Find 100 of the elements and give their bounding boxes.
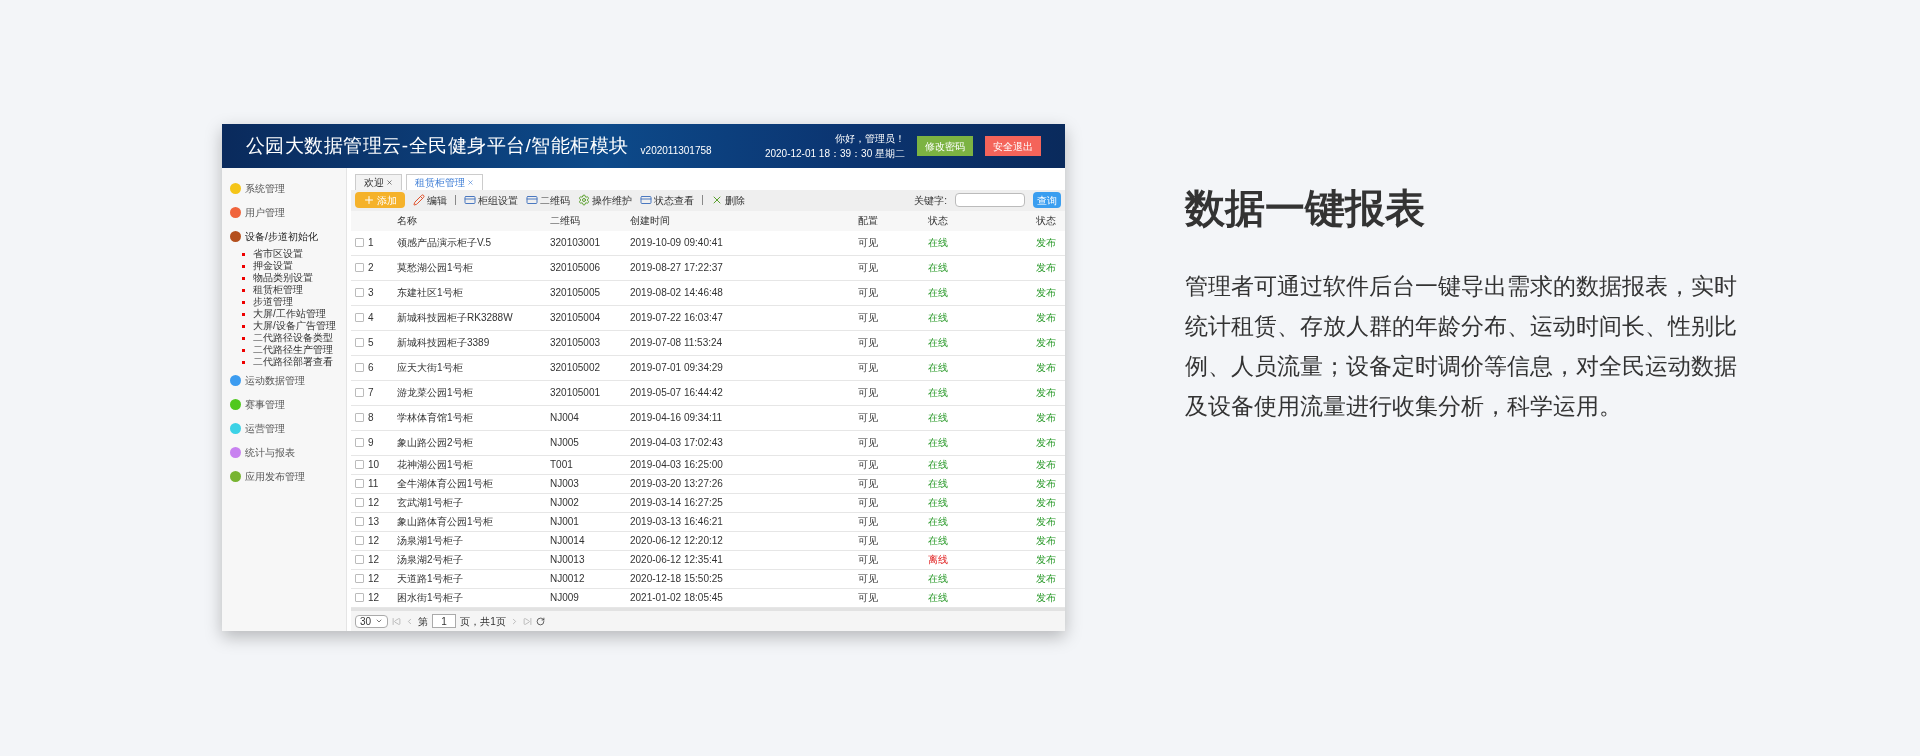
table-cell-text: 2019-07-01 09:34:29 bbox=[630, 361, 724, 376]
row-number: 10 bbox=[368, 458, 380, 473]
sidebar-item[interactable]: 应用发布管理 bbox=[222, 464, 346, 488]
publish-link[interactable]: 发布 bbox=[1036, 285, 1065, 301]
row-checkbox[interactable] bbox=[355, 479, 364, 489]
row-checkbox[interactable] bbox=[355, 498, 364, 508]
table-cell-text: NJ001 bbox=[550, 515, 580, 530]
publish-link[interactable]: 发布 bbox=[1036, 410, 1065, 426]
card-icon bbox=[464, 194, 476, 207]
submenu-item[interactable]: 大屏/工作站管理 bbox=[242, 308, 346, 320]
card-icon bbox=[526, 194, 538, 207]
table-cell-text: 2019-08-02 14:46:48 bbox=[630, 286, 724, 301]
keyword-field[interactable] bbox=[955, 193, 1025, 208]
publish-link[interactable]: 发布 bbox=[1036, 533, 1065, 549]
submenu-item[interactable]: 二代路径生产管理 bbox=[242, 344, 346, 356]
column-header: 配置 bbox=[858, 214, 879, 229]
table-cell-text: 可见 bbox=[858, 496, 879, 511]
table-cell-text: 东建社区1号柜 bbox=[397, 286, 464, 301]
row-checkbox[interactable] bbox=[355, 574, 364, 584]
tab[interactable]: 欢迎 bbox=[355, 173, 402, 190]
toolbar-button[interactable]: 柜组设置 bbox=[464, 192, 518, 208]
row-number: 12 bbox=[368, 496, 380, 511]
column-header: 创建时间 bbox=[630, 214, 671, 229]
publish-link[interactable]: 发布 bbox=[1036, 235, 1065, 251]
row-checkbox[interactable] bbox=[355, 517, 364, 527]
submenu-item[interactable]: 步道管理 bbox=[242, 296, 346, 308]
row-checkbox[interactable] bbox=[355, 313, 364, 323]
toolbar-button[interactable]: 操作维护 bbox=[578, 192, 632, 208]
sidebar-item[interactable]: 赛事管理 bbox=[222, 392, 346, 416]
row-checkbox[interactable] bbox=[355, 460, 364, 470]
table-cell-text: 可见 bbox=[858, 411, 879, 426]
page-field[interactable]: 1 bbox=[432, 614, 457, 629]
row-checkbox[interactable] bbox=[355, 413, 364, 423]
submenu-item[interactable]: 物品类别设置 bbox=[242, 272, 346, 284]
table-cell-text: 2019-04-03 16:25:00 bbox=[630, 458, 724, 473]
row-checkbox[interactable] bbox=[355, 593, 364, 603]
publish-link[interactable]: 发布 bbox=[1036, 590, 1065, 606]
submenu-item[interactable]: 大屏/设备广告管理 bbox=[242, 320, 346, 332]
table-cell-text: 可见 bbox=[858, 361, 879, 376]
row-checkbox[interactable] bbox=[355, 263, 364, 273]
keyword-label: 关键字: bbox=[914, 193, 947, 208]
sidebar-item[interactable]: 系统管理 bbox=[222, 176, 346, 200]
row-number: 9 bbox=[368, 436, 374, 451]
submenu-item[interactable]: 押金设置 bbox=[242, 260, 346, 272]
publish-link[interactable]: 发布 bbox=[1036, 310, 1065, 326]
sidebar-item[interactable]: 运动数据管理 bbox=[222, 368, 346, 392]
row-checkbox[interactable] bbox=[355, 238, 364, 248]
publish-link[interactable]: 发布 bbox=[1036, 571, 1065, 587]
submenu-item[interactable]: 省市区设置 bbox=[242, 248, 346, 260]
row-checkbox[interactable] bbox=[355, 555, 364, 565]
publish-link[interactable]: 发布 bbox=[1036, 514, 1065, 530]
sidebar-item[interactable]: 运营管理 bbox=[222, 416, 346, 440]
row-checkbox[interactable] bbox=[355, 388, 364, 398]
submenu-item[interactable]: 二代路径设备类型 bbox=[242, 332, 346, 344]
bullet-icon bbox=[242, 312, 245, 316]
tab[interactable]: 租赁柜管理 bbox=[406, 173, 483, 190]
row-checkbox[interactable] bbox=[355, 363, 364, 373]
status-text: 在线 bbox=[928, 477, 949, 492]
sidebar-item[interactable]: 统计与报表 bbox=[222, 440, 346, 464]
refresh-icon[interactable] bbox=[535, 616, 545, 626]
row-number: 5 bbox=[368, 336, 374, 351]
table-cell-text: 可见 bbox=[858, 553, 879, 568]
publish-link[interactable]: 发布 bbox=[1036, 435, 1065, 451]
plus-icon bbox=[363, 194, 375, 207]
publish-link[interactable]: 发布 bbox=[1036, 457, 1065, 473]
status-text: 在线 bbox=[928, 534, 949, 549]
table-cell-text: 汤泉湖2号柜子 bbox=[397, 553, 464, 568]
publish-link[interactable]: 发布 bbox=[1036, 260, 1065, 276]
publish-link[interactable]: 发布 bbox=[1036, 335, 1065, 351]
row-number: 4 bbox=[368, 311, 374, 326]
sidebar-item[interactable]: 设备/步道初始化 bbox=[222, 224, 346, 248]
column-header: 状态 bbox=[928, 214, 949, 229]
table-cell-text: 2019-05-07 16:44:42 bbox=[630, 386, 724, 401]
sidebar-item[interactable]: 用户管理 bbox=[222, 200, 346, 224]
publish-link[interactable]: 发布 bbox=[1036, 476, 1065, 492]
table-cell-text: 320105004 bbox=[550, 311, 602, 326]
publish-link[interactable]: 发布 bbox=[1036, 385, 1065, 401]
publish-link[interactable]: 发布 bbox=[1036, 495, 1065, 511]
submenu-item[interactable]: 租赁柜管理 bbox=[242, 284, 346, 296]
close-icon[interactable] bbox=[386, 178, 393, 186]
toolbar-button[interactable]: 编辑 bbox=[413, 192, 447, 208]
publish-link[interactable]: 发布 bbox=[1036, 360, 1065, 376]
row-checkbox[interactable] bbox=[355, 338, 364, 348]
close-icon[interactable] bbox=[467, 178, 474, 186]
table-cell-text: 2019-04-03 17:02:43 bbox=[630, 436, 724, 451]
toolbar-button[interactable]: 二维码 bbox=[526, 192, 570, 208]
publish-link[interactable]: 发布 bbox=[1036, 552, 1065, 568]
status-text: 在线 bbox=[928, 572, 949, 587]
toolbar-button[interactable]: 删除 bbox=[711, 192, 745, 208]
row-checkbox[interactable] bbox=[355, 536, 364, 546]
row-checkbox[interactable] bbox=[355, 288, 364, 298]
bullet-icon bbox=[242, 252, 245, 256]
row-checkbox[interactable] bbox=[355, 438, 364, 448]
pencil-icon bbox=[413, 194, 425, 207]
toolbar-button[interactable]: 状态查看 bbox=[640, 192, 694, 208]
submenu-item[interactable]: 二代路径部署查看 bbox=[242, 356, 346, 368]
table-cell-text: NJ0012 bbox=[550, 572, 586, 587]
page-size-select[interactable]: 30 bbox=[355, 614, 389, 628]
status-text: 离线 bbox=[928, 553, 949, 568]
first-page-icon[interactable] bbox=[392, 616, 402, 626]
